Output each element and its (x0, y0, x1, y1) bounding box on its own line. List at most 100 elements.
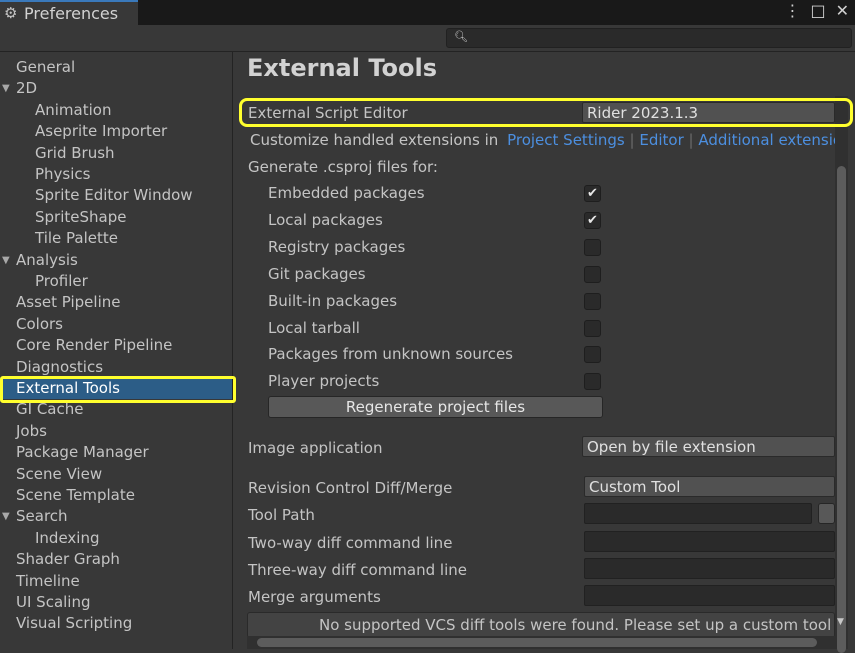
sidebar-item-label: General (16, 58, 76, 76)
revision-control-value: Custom Tool (589, 478, 681, 496)
browse-tool-path-button[interactable] (818, 503, 835, 524)
package-checkbox[interactable]: ✔ (584, 211, 601, 229)
sidebar-item-diagnostics[interactable]: Diagnostics (0, 357, 230, 378)
sidebar-item-label: Asset Pipeline (16, 293, 121, 312)
image-application-dropdown[interactable]: Open by file extension (582, 436, 835, 457)
three-way-diff-input[interactable] (584, 558, 835, 579)
sidebar-item-timeline[interactable]: Timeline (0, 571, 230, 592)
expand-arrow-icon[interactable]: ▼ (2, 78, 10, 99)
sidebar-item-general[interactable]: General (0, 57, 230, 78)
project-settings-link[interactable]: Project Settings (507, 131, 625, 149)
sidebar-item-search[interactable]: ▼ Search (0, 506, 230, 527)
sidebar-item-physics[interactable]: Physics (0, 164, 230, 185)
sidebar-item-aseprite-importer[interactable]: Aseprite Importer (0, 121, 230, 142)
package-checkbox[interactable] (584, 373, 601, 391)
sidebar-item-ui-scaling[interactable]: UI Scaling (0, 592, 230, 613)
package-label: Built-in packages (268, 291, 398, 310)
sidebar-item-grid-brush[interactable]: Grid Brush (0, 143, 230, 164)
merge-arguments-label: Merge arguments (248, 588, 381, 606)
sidebar-item-label: Animation (35, 100, 112, 119)
vertical-scrollbar[interactable]: ▼ (835, 96, 848, 653)
sidebar-item-package-manager[interactable]: Package Manager (0, 442, 230, 463)
package-checkbox[interactable] (584, 238, 601, 256)
script-editor-highlight (239, 98, 853, 127)
tool-path-label: Tool Path (248, 506, 315, 524)
close-icon[interactable]: ✕ (836, 1, 849, 20)
sidebar-item-label: Package Manager (16, 443, 149, 462)
sidebar-item-label: Scene Template (16, 486, 135, 504)
vcs-help-box: No supported VCS diff tools were found. … (247, 612, 835, 638)
sidebar-item-shader-graph[interactable]: Shader Graph (0, 549, 230, 570)
sidebar-item-visual-scripting[interactable]: Visual Scripting (0, 613, 230, 634)
expand-arrow-icon[interactable]: ▼ (2, 506, 10, 527)
title-bar: ⚙ Preferences ⋮ □ ✕ (0, 0, 855, 25)
vertical-scroll-thumb[interactable] (837, 166, 846, 653)
sidebar-item-label: SpriteShape (35, 207, 127, 226)
tool-path-input[interactable] (584, 503, 812, 524)
additional-extensions-link[interactable]: Additional extensio (698, 131, 842, 149)
horizontal-scrollbar[interactable] (247, 636, 835, 649)
window-title: Preferences (24, 4, 119, 23)
image-application-value: Open by file extension (587, 438, 756, 456)
extensions-row: Customize handled extensions in Project … (250, 131, 843, 149)
sidebar-item-label: Profiler (35, 272, 88, 290)
package-checkbox[interactable] (584, 319, 601, 337)
sidebar-item-colors[interactable]: Colors (0, 314, 230, 335)
gear-icon: ⚙ (4, 4, 18, 22)
revision-control-dropdown[interactable]: Custom Tool (584, 476, 835, 497)
sidebar-item-label: Sprite Editor Window (35, 186, 193, 205)
extensions-label: Customize handled extensions in (250, 131, 499, 149)
sidebar-item-2d[interactable]: ▼ 2D (0, 78, 230, 99)
sidebar-item-spriteshape[interactable]: SpriteShape (0, 207, 230, 228)
sidebar-item-core-render-pipeline[interactable]: Core Render Pipeline (0, 335, 230, 356)
toolbar: 🔍︎ (0, 25, 855, 52)
regenerate-project-files-button[interactable]: Regenerate project files (268, 396, 603, 418)
sidebar-item-label: Jobs (16, 421, 47, 440)
sidebar-item-analysis[interactable]: ▼ Analysis (0, 250, 230, 271)
sidebar-item-label: Grid Brush (35, 143, 115, 162)
package-checkbox[interactable] (584, 346, 601, 364)
sidebar-item-tile-palette[interactable]: Tile Palette (0, 228, 230, 249)
sidebar-item-jobs[interactable]: Jobs (0, 421, 230, 442)
maximize-icon[interactable]: □ (810, 1, 825, 20)
sidebar-item-label: Search (16, 507, 68, 526)
package-label: Git packages (268, 264, 366, 283)
package-label: Local packages (268, 210, 383, 229)
package-label: Packages from unknown sources (268, 345, 513, 364)
package-label: Local tarball (268, 318, 360, 337)
search-icon: 🔍︎ (454, 30, 468, 43)
image-application-label: Image application (248, 439, 383, 457)
package-checkbox[interactable] (584, 265, 601, 283)
vcs-message: No supported VCS diff tools were found. … (319, 616, 835, 634)
three-way-diff-label: Three-way diff command line (248, 561, 467, 579)
expand-arrow-icon[interactable]: ▼ (2, 250, 10, 271)
preferences-tab[interactable]: ⚙ Preferences (0, 0, 138, 25)
package-checkbox[interactable] (584, 292, 601, 310)
search-input[interactable]: 🔍︎ (446, 28, 852, 48)
package-label: Embedded packages (268, 184, 425, 202)
two-way-diff-label: Two-way diff command line (248, 534, 453, 552)
sidebar-item-label: Visual Scripting (16, 614, 133, 633)
checkmark-icon: ✔ (587, 212, 598, 228)
sidebar: General ▼ 2D Animation Aseprite Importer Grid… (0, 52, 233, 649)
sidebar-item-profiler[interactable]: Profiler (0, 271, 230, 292)
editor-link[interactable]: Editor (639, 131, 683, 149)
sidebar-item-indexing[interactable]: Indexing (0, 528, 230, 549)
scroll-down-icon[interactable]: ▼ (837, 617, 844, 627)
more-options-icon[interactable]: ⋮ (784, 1, 800, 20)
revision-control-label: Revision Control Diff/Merge (248, 479, 453, 497)
sidebar-item-scene-template[interactable]: Scene Template (0, 485, 230, 506)
sidebar-item-asset-pipeline[interactable]: Asset Pipeline (0, 292, 230, 313)
sidebar-item-animation[interactable]: Animation (0, 100, 230, 121)
external-tools-highlight (0, 376, 236, 403)
merge-arguments-input[interactable] (584, 585, 835, 606)
sidebar-item-scene-view[interactable]: Scene View (0, 464, 230, 485)
sidebar-item-label: Diagnostics (16, 357, 104, 376)
sidebar-item-label: Colors (16, 314, 63, 333)
sidebar-item-sprite-editor-window[interactable]: Sprite Editor Window (0, 185, 230, 206)
sidebar-item-label: Core Render Pipeline (16, 336, 173, 355)
two-way-diff-input[interactable] (584, 531, 835, 552)
horizontal-scroll-thumb[interactable] (257, 638, 817, 647)
package-checkbox[interactable]: ✔ (584, 185, 601, 202)
page-title: External Tools (247, 54, 437, 82)
